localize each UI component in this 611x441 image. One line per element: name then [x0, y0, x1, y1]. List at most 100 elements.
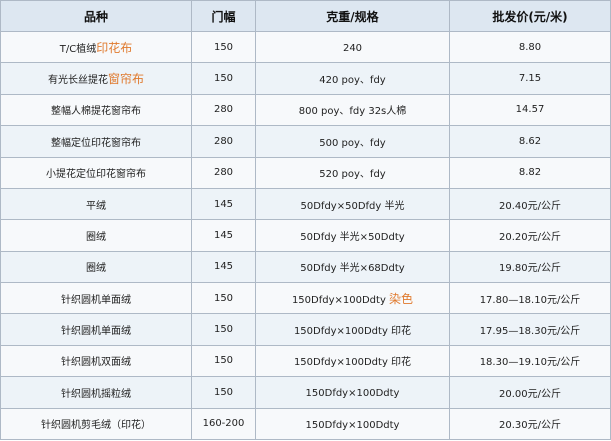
spec-cell: 150Dfdy×100Ddty [255, 376, 450, 409]
price-cell: 20.00元/公斤 [449, 376, 611, 409]
spec-text: 50Dfdy 半光×50Ddty [300, 231, 405, 243]
product-name: 平绒 [86, 200, 106, 212]
spec-text: 500 poy、fdy [319, 137, 386, 149]
price-cell: 20.40元/公斤 [449, 187, 611, 221]
product-cell: 平绒 [0, 187, 192, 221]
spec-cell: 520 poy、fdy [255, 156, 450, 189]
table-row: T/C植绒印花布 150 240 8.80 [0, 30, 611, 64]
table-row: 圈绒 145 50Dfdy 半光×50Ddty 20.20元/公斤 [0, 219, 611, 252]
price-cell: 7.15 [449, 62, 611, 95]
product-name: 有光长丝提花 [47, 75, 108, 87]
spec-cell: 240 [255, 30, 450, 64]
table-row: 针织圆机单面绒 150 150Dfdy×100Ddty 印花 17.95—18.… [0, 313, 611, 346]
spec-text: 50Dfdy 半光×68Ddty [300, 263, 405, 275]
spec-cell: 150Dfdy×100Ddty 印花 [255, 313, 450, 346]
product-name-highlight: 窗帘布 [107, 72, 144, 87]
header-spec: 克重/规格 [255, 0, 450, 32]
spec-highlight: 染色 [389, 291, 414, 306]
product-name: 针织圆机剪毛绒（印花） [41, 420, 151, 432]
product-name: 整幅定位印花窗帘布 [51, 137, 141, 149]
product-name: 整幅人棉提花窗帘布 [51, 106, 141, 118]
product-name: 针织圆机摇粒绒 [61, 388, 131, 400]
table-row: 有光长丝提花窗帘布 150 420 poy、fdy 7.15 [0, 62, 611, 95]
table-row: 圈绒 145 50Dfdy 半光×68Ddty 19.80元/公斤 [0, 250, 611, 284]
spec-text: 150Dfdy×100Ddty 印花 [293, 357, 412, 369]
width-cell: 150 [191, 62, 256, 95]
width-cell: 145 [191, 219, 256, 252]
width-cell: 150 [191, 344, 256, 378]
width-cell: 150 [191, 313, 256, 346]
table-header: 品种 门幅 克重/规格 批发价(元/米) [0, 0, 611, 32]
product-cell: 针织圆机剪毛绒（印花） [0, 407, 192, 440]
product-cell: T/C植绒印花布 [0, 30, 192, 64]
table-row: 针织圆机剪毛绒（印花） 160-200 150Dfdy×100Ddty 20.3… [0, 407, 611, 440]
product-cell: 有光长丝提花窗帘布 [0, 62, 192, 95]
table-row: 针织圆机单面绒 150 150Dfdy×100Ddty 染色 17.80—18.… [0, 281, 611, 315]
spec-text: 150Dfdy×100Ddty [291, 294, 390, 306]
price-cell: 17.80—18.10元/公斤 [449, 281, 611, 315]
spec-text: 420 poy、fdy [319, 75, 386, 87]
product-cell: 针织圆机单面绒 [0, 281, 192, 315]
spec-cell: 150Dfdy×100Ddty 印花 [255, 344, 450, 378]
spec-text: 240 [342, 43, 363, 55]
table-row: 针织圆机双面绒 150 150Dfdy×100Ddty 印花 18.30—19.… [0, 344, 611, 378]
price-cell: 19.80元/公斤 [449, 250, 611, 284]
width-cell: 150 [191, 281, 256, 315]
product-name-highlight: 印花布 [96, 40, 133, 55]
price-cell: 8.82 [449, 156, 611, 189]
spec-cell: 800 poy、fdy 32s人棉 [255, 93, 450, 127]
price-cell: 20.30元/公斤 [449, 407, 611, 440]
product-cell: 针织圆机单面绒 [0, 313, 192, 346]
product-name: T/C植绒 [59, 43, 97, 55]
product-name: 针织圆机单面绒 [61, 326, 131, 338]
width-cell: 150 [191, 30, 256, 64]
spec-text: 50Dfdy×50Dfdy 半光 [300, 200, 405, 212]
spec-cell: 50Dfdy 半光×68Ddty [255, 250, 450, 284]
spec-cell: 150Dfdy×100Ddty [255, 407, 450, 440]
table-row: 整幅人棉提花窗帘布 280 800 poy、fdy 32s人棉 14.57 [0, 93, 611, 127]
price-table: 品种 门幅 克重/规格 批发价(元/米) T/C植绒印花布 150 240 8.… [0, 0, 611, 440]
product-cell: 整幅定位印花窗帘布 [0, 125, 192, 158]
product-cell: 针织圆机双面绒 [0, 344, 192, 378]
product-cell: 针织圆机摇粒绒 [0, 376, 192, 409]
table-body: T/C植绒印花布 150 240 8.80 有光长丝提花窗帘布 150 420 … [0, 30, 611, 440]
spec-text: 150Dfdy×100Ddty [305, 388, 400, 400]
width-cell: 280 [191, 125, 256, 158]
width-cell: 150 [191, 376, 256, 409]
price-cell: 20.20元/公斤 [449, 219, 611, 252]
spec-cell: 150Dfdy×100Ddty 染色 [255, 281, 450, 315]
product-name: 针织圆机单面绒 [61, 294, 131, 306]
product-name: 圈绒 [86, 263, 106, 275]
product-name: 圈绒 [86, 231, 106, 243]
price-cell: 8.62 [449, 125, 611, 158]
table-row: 针织圆机摇粒绒 150 150Dfdy×100Ddty 20.00元/公斤 [0, 376, 611, 409]
spec-text: 150Dfdy×100Ddty 印花 [293, 326, 412, 338]
product-cell: 圈绒 [0, 250, 192, 284]
width-cell: 160-200 [191, 407, 256, 440]
spec-text: 800 poy、fdy 32s人棉 [298, 106, 407, 118]
width-cell: 145 [191, 187, 256, 221]
spec-cell: 50Dfdy 半光×50Ddty [255, 219, 450, 252]
spec-text: 520 poy、fdy [319, 169, 386, 181]
header-row: 品种 门幅 克重/规格 批发价(元/米) [0, 0, 611, 32]
price-cell: 8.80 [449, 30, 611, 64]
spec-cell: 420 poy、fdy [255, 62, 450, 95]
product-cell: 圈绒 [0, 219, 192, 252]
header-price: 批发价(元/米) [449, 0, 611, 32]
table-row: 小提花定位印花窗帘布 280 520 poy、fdy 8.82 [0, 156, 611, 189]
price-cell: 14.57 [449, 93, 611, 127]
product-name: 小提花定位印花窗帘布 [46, 169, 146, 181]
width-cell: 280 [191, 156, 256, 189]
price-cell: 17.95—18.30元/公斤 [449, 313, 611, 346]
price-cell: 18.30—19.10元/公斤 [449, 344, 611, 378]
width-cell: 145 [191, 250, 256, 284]
product-cell: 小提花定位印花窗帘布 [0, 156, 192, 189]
product-name: 针织圆机双面绒 [61, 357, 131, 369]
spec-text: 150Dfdy×100Ddty [305, 419, 400, 431]
table-row: 整幅定位印花窗帘布 280 500 poy、fdy 8.62 [0, 125, 611, 158]
spec-cell: 50Dfdy×50Dfdy 半光 [255, 187, 450, 221]
table-row: 平绒 145 50Dfdy×50Dfdy 半光 20.40元/公斤 [0, 187, 611, 221]
width-cell: 280 [191, 93, 256, 127]
header-product: 品种 [0, 0, 192, 32]
product-cell: 整幅人棉提花窗帘布 [0, 93, 192, 127]
